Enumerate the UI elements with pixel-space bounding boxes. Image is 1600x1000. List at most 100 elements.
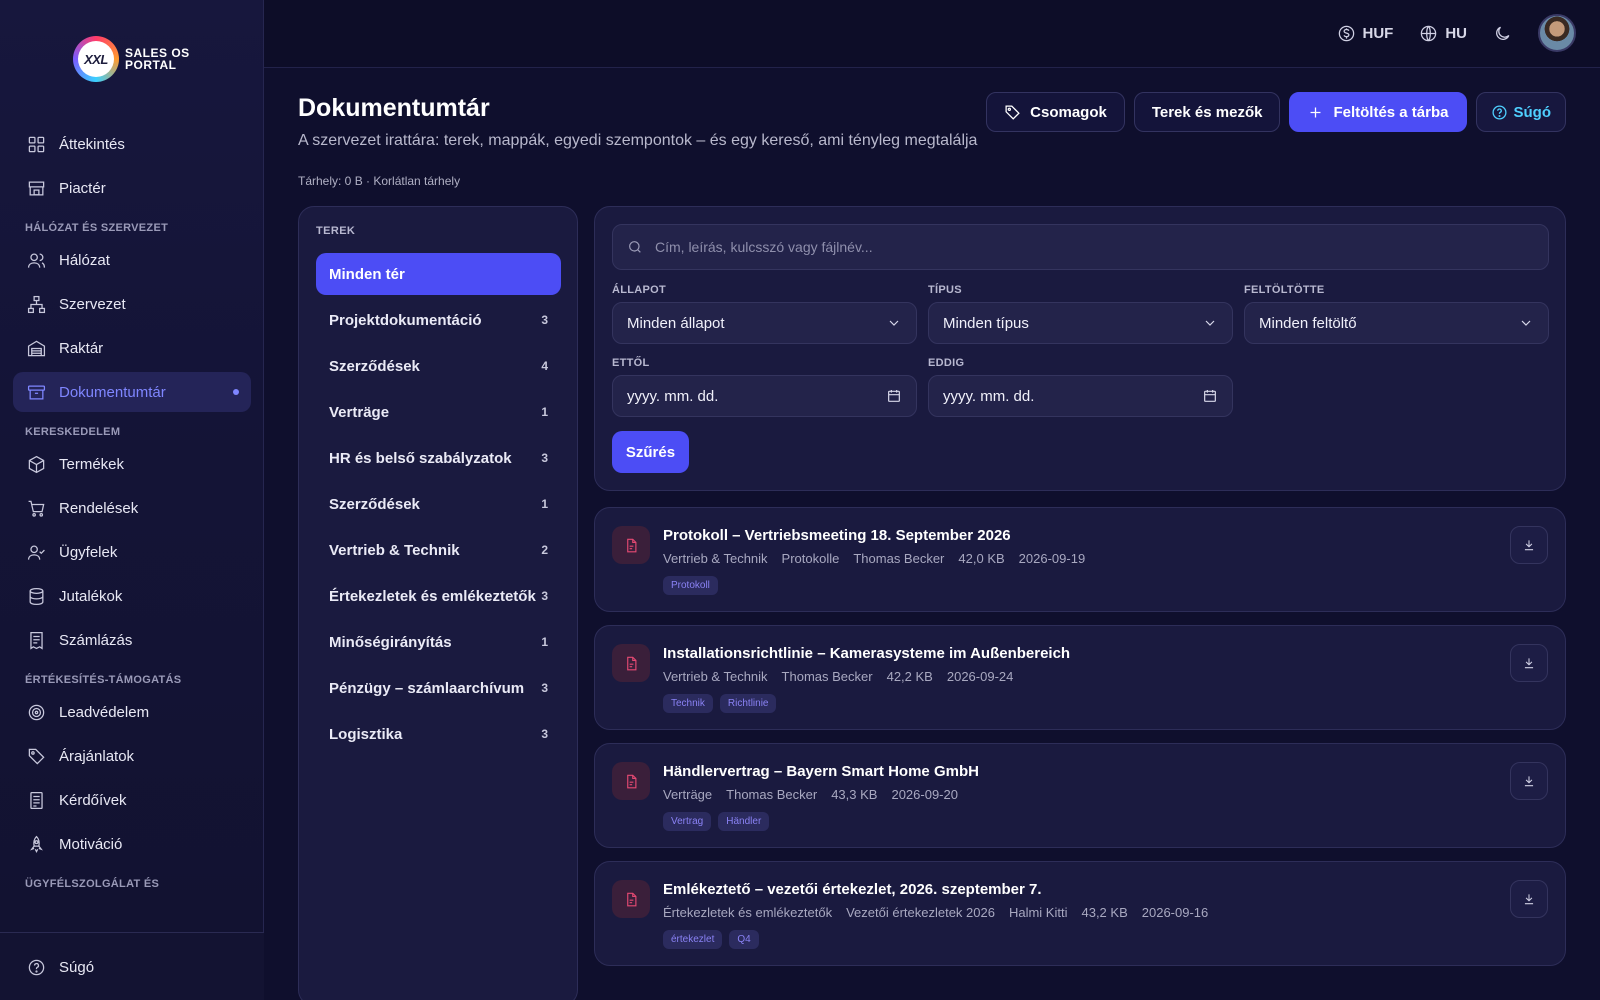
document-size: 43,3 KB	[831, 787, 878, 802]
packages-button[interactable]: Csomagok	[986, 92, 1125, 132]
sidebar-item-halozat[interactable]: Hálózat	[13, 240, 251, 280]
document-tags: Technik Richtlinie	[663, 694, 777, 713]
download-button[interactable]	[1510, 526, 1548, 564]
sidebar-item-leadvedelem[interactable]: Leadvédelem	[13, 692, 251, 732]
document-size: 42,0 KB	[958, 551, 1005, 566]
document-title[interactable]: Händlervertrag – Bayern Smart Home GmbH	[663, 763, 979, 780]
download-button[interactable]	[1510, 762, 1548, 800]
document-uploader: Thomas Becker	[781, 669, 873, 684]
document-card[interactable]: Protokoll – Vertriebsmeeting 18. Septemb…	[594, 507, 1566, 612]
document-card[interactable]: Emlékeztető – vezetői értekezlet, 2026. …	[594, 861, 1566, 966]
sidebar-item-motivacio[interactable]: Motiváció	[13, 824, 251, 864]
space-item[interactable]: Logisztika 3	[316, 713, 561, 755]
currency-label: HUF	[1362, 24, 1394, 42]
document-tags: értekezlet Q4	[663, 930, 759, 949]
document-space: Verträge	[663, 787, 713, 802]
space-item[interactable]: Verträge 1	[316, 391, 561, 433]
document-title[interactable]: Protokoll – Vertriebsmeeting 18. Septemb…	[663, 527, 1011, 544]
space-item[interactable]: Szerződések 1	[316, 483, 561, 525]
sidebar-item-rendelesek[interactable]: Rendelések	[13, 488, 251, 528]
sidebar-item-szamlazas[interactable]: Számlázás	[13, 620, 251, 660]
upload-button[interactable]: Feltöltés a tárba	[1289, 92, 1467, 132]
document-title[interactable]: Installationsrichtlinie – Kamerasysteme …	[663, 645, 1070, 662]
document-size: 42,2 KB	[886, 669, 933, 684]
sidebar-item-attekintes[interactable]: Áttekintés	[13, 124, 251, 164]
tag-icon	[1005, 104, 1020, 120]
logo-text: SALES OS PORTAL	[125, 47, 190, 71]
sidebar-item-dokumentumtar[interactable]: Dokumentumtár	[13, 372, 251, 412]
calendar-icon	[888, 390, 900, 402]
type-select[interactable]: Minden típus	[928, 302, 1233, 344]
space-item[interactable]: Minőségirányítás 1	[316, 621, 561, 663]
from-date-input[interactable]: yyyy. mm. dd.	[612, 375, 917, 417]
status-select[interactable]: Minden állapot	[612, 302, 917, 344]
sidebar-item-termekek[interactable]: Termékek	[13, 444, 251, 484]
document-space: Vertrieb & Technik	[663, 551, 768, 566]
space-item[interactable]: Szerződések 4	[316, 345, 561, 387]
space-item-label: Logisztika	[329, 725, 403, 743]
spaces-fields-button[interactable]: Terek és mezők	[1133, 92, 1281, 132]
document-date: 2026-09-24	[946, 669, 1014, 684]
sidebar-item-szervezet[interactable]: Szervezet	[13, 284, 251, 324]
space-item-label: Szerződések	[329, 495, 420, 513]
space-item[interactable]: Projektdokumentáció 3	[316, 299, 561, 341]
document-tags: Protokoll	[663, 576, 718, 595]
sidebar-item-label: Árajánlatok	[59, 747, 135, 765]
logo-line2: PORTAL	[125, 58, 177, 72]
document-tag[interactable]: Vertrag	[663, 812, 712, 831]
language-selector[interactable]: HU	[1419, 24, 1467, 43]
moon-icon	[1496, 26, 1510, 40]
globe-icon	[1421, 25, 1437, 41]
sidebar-item-kerdoivek[interactable]: Kérdőívek	[13, 780, 251, 820]
filter-button[interactable]: Szűrés	[612, 431, 689, 473]
uploader-select[interactable]: Minden feltöltő	[1244, 302, 1549, 344]
space-item[interactable]: Pénzügy – számlaarchívum 3	[316, 667, 561, 709]
currency-selector[interactable]: HUF	[1337, 24, 1394, 43]
document-space: Értekezletek és emlékeztetők	[663, 905, 833, 920]
document-tag[interactable]: értekezlet	[663, 930, 723, 949]
sidebar-item-ugyfelek[interactable]: Ügyfelek	[13, 532, 251, 572]
document-tag[interactable]: Protokoll	[663, 576, 718, 595]
dollar-icon	[1338, 25, 1354, 41]
page-title: Dokumentumtár	[298, 94, 490, 122]
document-tag[interactable]: Händler	[718, 812, 770, 831]
document-card[interactable]: Installationsrichtlinie – Kamerasysteme …	[594, 625, 1566, 730]
space-item-count: 1	[541, 497, 548, 511]
document-tag[interactable]: Q4	[729, 930, 759, 949]
logo-mark: XXL	[73, 36, 119, 82]
form-icon	[26, 790, 46, 810]
avatar[interactable]	[1538, 14, 1576, 52]
logo[interactable]: XXL SALES OS PORTAL	[73, 36, 190, 82]
sidebar-item-raktar[interactable]: Raktár	[13, 328, 251, 368]
sidebar-item-label: Súgó	[59, 958, 95, 976]
users-icon	[26, 250, 46, 270]
sidebar-item-label: Számlázás	[59, 631, 133, 649]
sidebar-item-label: Áttekintés	[59, 135, 125, 153]
sidebar-item-arajanlatok[interactable]: Árajánlatok	[13, 736, 251, 776]
document-uploader: Thomas Becker	[726, 787, 818, 802]
sidebar-item-label: Piactér	[59, 179, 106, 197]
document-title[interactable]: Emlékeztető – vezetői értekezlet, 2026. …	[663, 881, 1042, 898]
space-item-label: Szerződések	[329, 357, 420, 375]
sidebar-item-piacter[interactable]: Piactér	[13, 168, 251, 208]
sidebar-item-sugo[interactable]: Súgó	[13, 947, 251, 987]
download-button[interactable]	[1510, 880, 1548, 918]
space-item[interactable]: Minden tér	[316, 253, 561, 295]
sidebar-item-jutalekok[interactable]: Jutalékok	[13, 576, 251, 616]
rocket-icon	[26, 834, 46, 854]
theme-toggle[interactable]	[1493, 24, 1512, 43]
space-item[interactable]: HR és belső szabályzatok 3	[316, 437, 561, 479]
to-date-label: EDDIG	[928, 357, 965, 369]
space-item[interactable]: Értekezletek és emlékeztetők 3	[316, 575, 561, 617]
calendar-icon	[1204, 390, 1216, 402]
help-button[interactable]: Súgó	[1475, 92, 1566, 132]
document-date: 2026-09-16	[1141, 905, 1209, 920]
download-button[interactable]	[1510, 644, 1548, 682]
document-tag[interactable]: Richtlinie	[719, 694, 777, 713]
document-card[interactable]: Händlervertrag – Bayern Smart Home GmbH …	[594, 743, 1566, 848]
status-filter-label: ÁLLAPOT	[612, 284, 667, 296]
to-date-input[interactable]: yyyy. mm. dd.	[928, 375, 1233, 417]
document-tag[interactable]: Technik	[663, 694, 713, 713]
search-input[interactable]	[655, 239, 1535, 255]
space-item[interactable]: Vertrieb & Technik 2	[316, 529, 561, 571]
